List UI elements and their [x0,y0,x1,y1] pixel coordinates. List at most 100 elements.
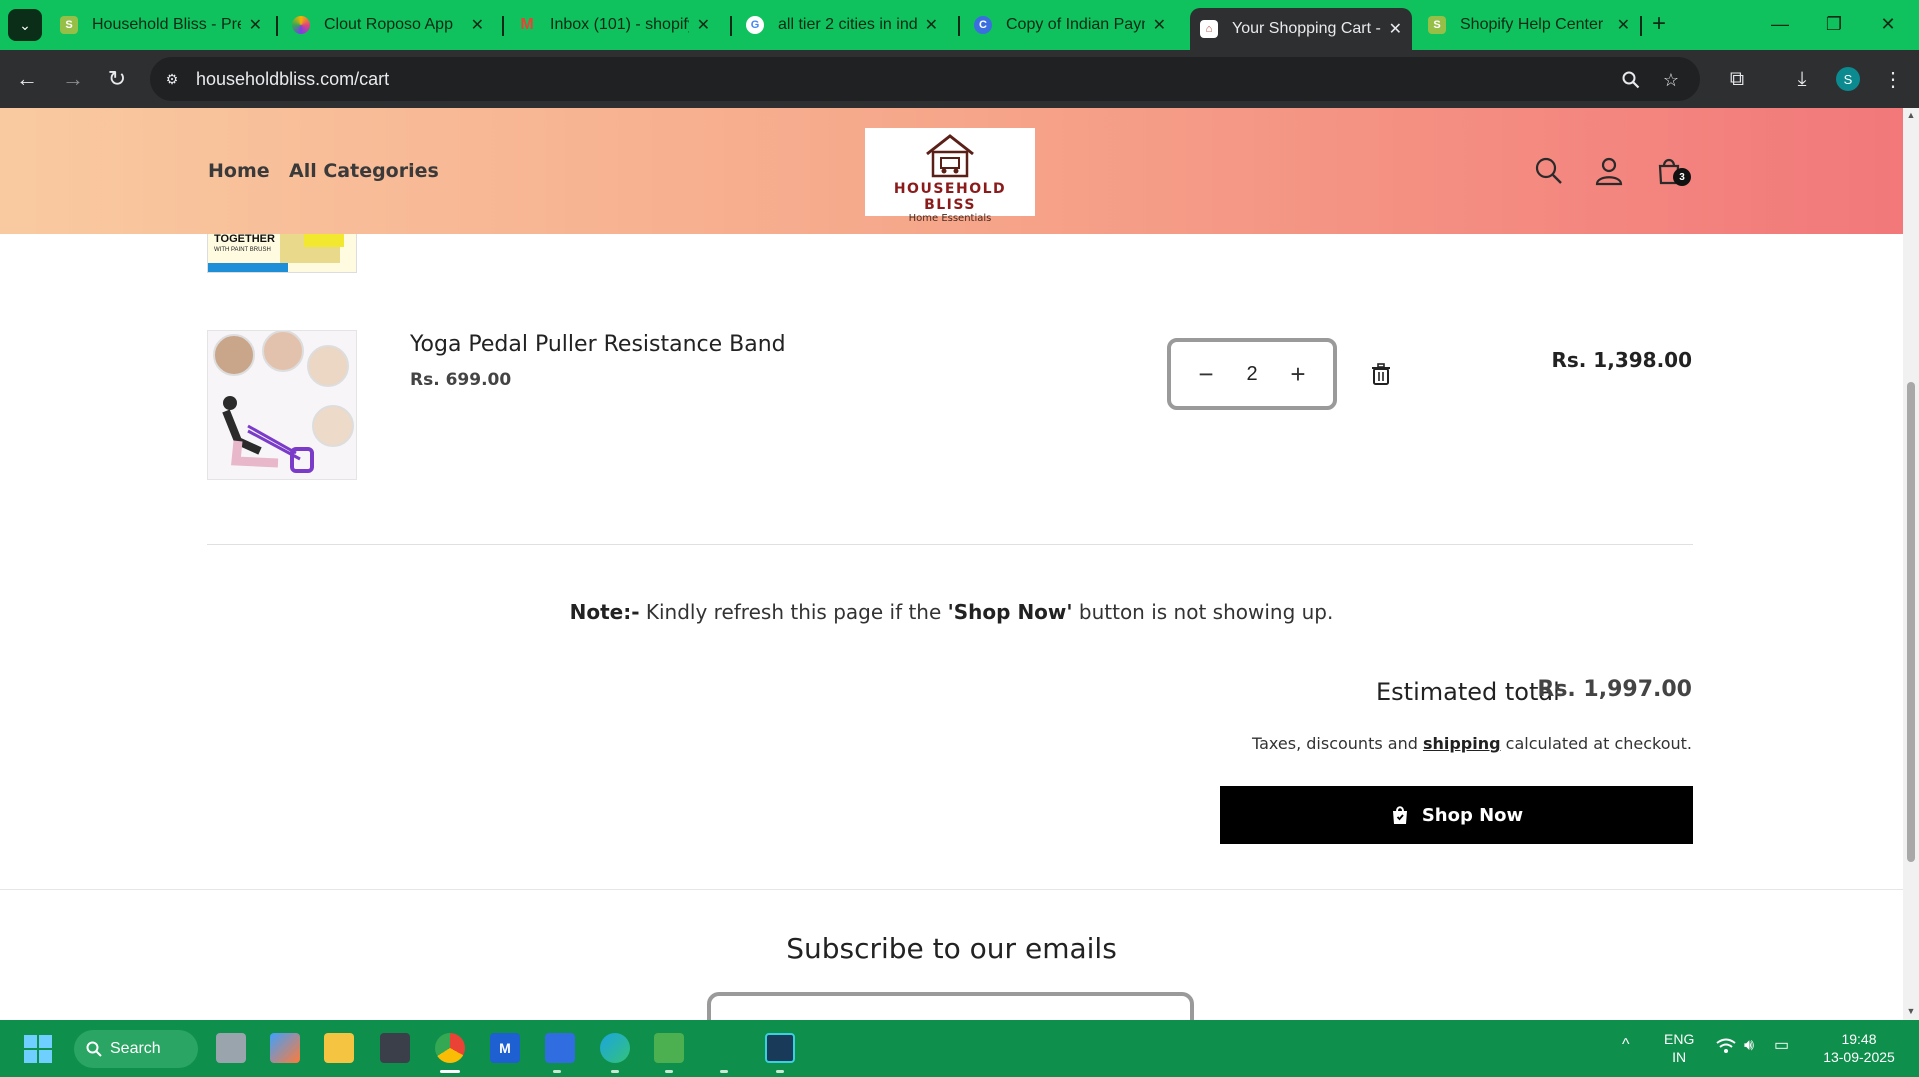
reload-icon[interactable]: ↻ [104,66,130,92]
clock[interactable]: 19:48 13-09-2025 [1814,1030,1904,1066]
tab-separator [958,16,960,36]
tab-separator [502,16,504,36]
bookmark-star-icon[interactable]: ☆ [1660,69,1682,91]
back-icon[interactable]: ← [14,66,40,92]
url-text[interactable]: householdbliss.com/cart [196,69,389,90]
increase-quantity-button[interactable]: + [1283,359,1313,390]
app-indicator [776,1070,784,1073]
quantity-value[interactable]: 2 [1246,363,1257,386]
taskbar-search[interactable]: Search [74,1030,198,1068]
close-window-icon[interactable]: ✕ [1868,8,1908,40]
tab-google-search[interactable]: G all tier 2 cities in indi ✕ [736,9,948,41]
forward-icon[interactable]: → [60,66,86,92]
close-tab-icon[interactable]: ✕ [249,15,262,35]
scroll-thumb[interactable] [1907,382,1915,862]
file-explorer-icon[interactable] [324,1033,354,1063]
windows-start-icon[interactable] [24,1035,52,1063]
previous-item-thumb-subtext: WITH PAINT BRUSH [214,247,271,253]
shop-now-button[interactable]: Shop Now [1220,786,1693,844]
battery-icon[interactable]: ▭ [1774,1037,1789,1055]
roposo-icon [292,16,310,34]
search-icon [86,1041,102,1057]
more-menu-icon[interactable]: ⋮ [1880,66,1906,92]
tab-shopify-help[interactable]: S Shopify Help Center ✕ [1418,9,1640,41]
restore-icon[interactable]: ❐ [1814,8,1854,40]
zoom-icon[interactable] [1620,69,1642,91]
app-indicator [553,1070,561,1073]
shipping-link[interactable]: shipping [1423,734,1501,753]
divider [207,544,1693,545]
show-hidden-icons[interactable]: ^ [1622,1036,1630,1054]
edge-icon[interactable] [600,1033,630,1063]
clock-time: 19:48 [1841,1031,1877,1047]
cart-item-line-total: Rs. 1,398.00 [1551,348,1692,372]
previous-item-thumb-text: TOGETHER [214,233,275,245]
app-media-icon[interactable] [765,1033,795,1063]
notepad-icon[interactable] [545,1033,575,1063]
app-m-icon[interactable]: M [490,1033,520,1063]
language-bottom: IN [1672,1049,1687,1065]
tab-search-menu-button[interactable]: ⌄ [8,9,42,41]
newsletter-email-field[interactable] [707,992,1194,1020]
language-indicator[interactable]: ENG IN [1664,1030,1694,1066]
tab-separator [276,16,278,36]
task-view-icon[interactable] [216,1033,246,1063]
logo-brand-text: HOUSEHOLD BLISS [893,181,1007,213]
note-lead: Note:- [569,600,640,624]
tab-separator [730,16,732,36]
tab-household-bliss[interactable]: S Household Bliss - Pre ✕ [50,9,272,41]
decrease-quantity-button[interactable]: − [1191,359,1221,390]
chrome-icon[interactable] [435,1033,465,1063]
app-image-icon[interactable] [654,1033,684,1063]
close-tab-icon[interactable]: ✕ [1617,15,1630,35]
page-viewport: Home All Categories HOUSEHOLD BLISS Home… [0,108,1903,1020]
gmail-icon: M [520,16,534,33]
account-icon[interactable] [1594,156,1624,186]
close-tab-icon[interactable]: ✕ [1389,19,1402,39]
download-icon[interactable]: ⤓ [1789,66,1815,92]
app-indicator [720,1070,728,1073]
scroll-down-icon[interactable]: ▼ [1906,1006,1916,1016]
clock-date: 13-09-2025 [1823,1049,1895,1065]
close-tab-icon[interactable]: ✕ [471,15,484,35]
volume-icon[interactable]: 🔊︎ [1744,1037,1754,1055]
footer-divider [0,889,1903,890]
house-logo-icon [926,134,974,178]
minimize-icon[interactable]: — [1760,8,1800,40]
nav-all-categories[interactable]: All Categories [289,160,439,182]
page-scrollbar[interactable]: ▲ ▼ [1903,108,1919,1020]
tab-canva-copy[interactable]: C Copy of Indian Paym ✕ [964,9,1176,41]
tax-note-before: Taxes, discounts and [1252,734,1423,753]
trash-icon[interactable] [1370,363,1392,385]
tab-inbox[interactable]: M Inbox (101) - shopify ✕ [508,9,720,41]
profile-avatar[interactable]: S [1836,67,1860,91]
extensions-icon[interactable]: ⧉ [1724,66,1750,92]
nav-home[interactable]: Home [208,160,270,182]
close-tab-icon[interactable]: ✕ [1153,15,1166,35]
thumb-shape [304,233,344,247]
cart-item-image[interactable] [207,330,357,480]
cart-item-name[interactable]: Yoga Pedal Puller Resistance Band [410,332,786,357]
estimated-total-label: Estimated total [1376,678,1560,706]
household-bliss-icon: ⌂ [1200,20,1218,38]
google-icon: G [746,16,764,34]
new-tab-icon[interactable]: + [1652,10,1666,38]
search-icon[interactable] [1534,156,1564,186]
scroll-up-icon[interactable]: ▲ [1906,110,1916,120]
newsletter-title: Subscribe to our emails [786,932,1117,965]
app-cube-icon[interactable] [380,1033,410,1063]
windows-taskbar: Search M ^ ENG IN 🔊︎ ▭ 19:48 13-09-2025 [0,1020,1919,1077]
tab-shopping-cart[interactable]: ⌂ Your Shopping Cart - ✕ [1190,8,1412,50]
address-bar[interactable]: ⚙ householdbliss.com/cart ☆ [150,57,1700,101]
site-logo[interactable]: HOUSEHOLD BLISS Home Essentials [865,128,1035,224]
cart-item-unit-price: Rs. 699.00 [410,370,512,390]
site-info-icon[interactable]: ⚙ [162,69,182,89]
close-tab-icon[interactable]: ✕ [697,15,710,35]
copilot-icon[interactable] [270,1033,300,1063]
wifi-icon[interactable] [1716,1038,1736,1058]
app-indicator [665,1070,673,1073]
shopify-icon: S [60,16,78,34]
tab-separator [1640,16,1642,36]
close-tab-icon[interactable]: ✕ [925,15,938,35]
tab-clout-roposo[interactable]: Clout Roposo App ✕ [282,9,494,41]
